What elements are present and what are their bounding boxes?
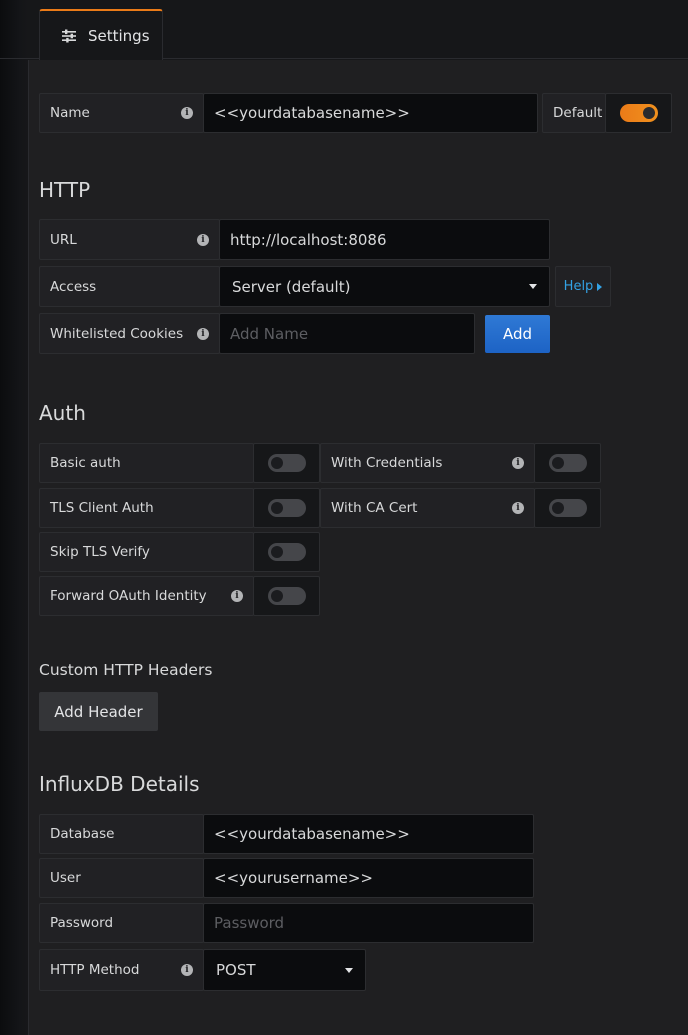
default-toggle[interactable]	[605, 93, 672, 133]
toggle-switch[interactable]	[267, 499, 306, 517]
database-input[interactable]: <<yourdatabasename>>	[203, 814, 534, 854]
cookies-input[interactable]: Add Name	[219, 313, 475, 354]
tls-client-auth-toggle[interactable]	[253, 488, 320, 528]
basic-auth-toggle[interactable]	[253, 443, 320, 483]
user-label: User	[39, 858, 204, 898]
http-section-title: HTTP	[39, 178, 91, 202]
access-select[interactable]: Server (default)	[219, 266, 550, 307]
forward-oauth-toggle[interactable]	[253, 576, 320, 616]
tab-settings[interactable]: Settings	[39, 9, 163, 60]
info-icon[interactable]: i	[181, 964, 193, 976]
with-credentials-label: With Credentials i	[320, 443, 535, 483]
info-icon[interactable]: i	[512, 457, 524, 469]
basic-auth-label: Basic auth	[39, 443, 254, 483]
skip-tls-verify-label: Skip TLS Verify	[39, 532, 254, 572]
sliders-icon	[62, 29, 76, 43]
caret-down-icon	[529, 284, 537, 289]
tab-bar: Settings	[0, 0, 688, 60]
help-button[interactable]: Help	[555, 266, 611, 307]
database-label: Database	[39, 814, 204, 854]
left-edge-shadow	[0, 0, 28, 1035]
info-icon[interactable]: i	[181, 107, 193, 119]
toggle-switch-on[interactable]	[619, 104, 658, 122]
skip-tls-verify-toggle[interactable]	[253, 532, 320, 572]
with-ca-cert-toggle[interactable]	[534, 488, 601, 528]
caret-right-icon	[597, 282, 603, 291]
add-cookie-button[interactable]: Add	[485, 315, 550, 353]
toggle-switch[interactable]	[267, 543, 306, 561]
url-input[interactable]: http://localhost:8086	[219, 219, 550, 260]
access-label: Access	[39, 266, 220, 307]
auth-section-title: Auth	[39, 401, 86, 425]
info-icon[interactable]: i	[231, 590, 243, 602]
add-header-button[interactable]: Add Header	[39, 692, 158, 731]
tab-settings-label: Settings	[88, 26, 150, 45]
toggle-switch[interactable]	[267, 587, 306, 605]
password-label: Password	[39, 903, 204, 943]
info-icon[interactable]: i	[512, 502, 524, 514]
http-method-label: HTTP Method i	[39, 949, 204, 991]
forward-oauth-label: Forward OAuth Identity i	[39, 576, 254, 616]
tls-client-auth-label: TLS Client Auth	[39, 488, 254, 528]
custom-headers-title: Custom HTTP Headers	[39, 661, 213, 679]
with-credentials-toggle[interactable]	[534, 443, 601, 483]
whitelisted-cookies-label: Whitelisted Cookies i	[39, 313, 220, 354]
with-ca-cert-label: With CA Cert i	[320, 488, 535, 528]
url-label: URL i	[39, 219, 220, 260]
info-icon[interactable]: i	[197, 233, 209, 246]
password-input[interactable]: Password	[203, 903, 534, 943]
influxdb-section-title: InfluxDB Details	[39, 772, 200, 796]
toggle-switch[interactable]	[267, 454, 306, 472]
http-method-select[interactable]: POST	[203, 949, 366, 991]
name-input[interactable]: <<yourdatabasename>>	[203, 93, 538, 133]
user-input[interactable]: <<yourusername>>	[203, 858, 534, 898]
toggle-switch[interactable]	[548, 454, 587, 472]
name-label: Name i	[39, 93, 204, 133]
default-label: Default	[542, 93, 606, 133]
info-icon[interactable]: i	[197, 327, 209, 340]
caret-down-icon	[345, 967, 353, 973]
toggle-switch[interactable]	[548, 499, 587, 517]
